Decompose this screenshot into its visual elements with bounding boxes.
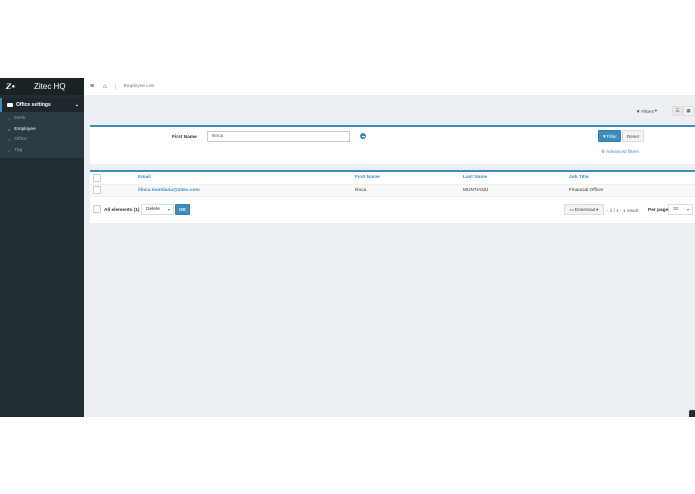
list-footer: All elements (1) Delete ▾ OK ▭ Download … <box>90 200 695 218</box>
sidebar: Z• Zitec HQ Office settings ⌄ ○ Desk ○ E… <box>0 78 84 417</box>
all-elements-label: All elements (1) <box>104 208 140 213</box>
caret-down-icon: ▾ <box>167 207 170 212</box>
table-header-row: Email First Name Last Name Job Title <box>90 172 695 185</box>
zitec-logo: Z• <box>6 82 16 91</box>
advanced-filters-label: Advanced filters <box>606 149 639 154</box>
grid-view-button[interactable]: ▦ <box>683 106 694 116</box>
debug-toolbar-icon[interactable] <box>689 410 695 417</box>
first-name-cell: Ilinca <box>355 184 463 197</box>
main-content: ≡ ⌂ Employee List ▼ Filters ▾ ☰ ▦ First … <box>84 78 695 417</box>
caret-down-icon: ▾ <box>653 108 658 113</box>
sidebar-item-desk[interactable]: ○ Desk <box>0 113 84 124</box>
email-cell: ilinca.muntianu@zitec.com <box>138 184 355 197</box>
column-header-email[interactable]: Email <box>138 172 355 185</box>
column-header-first-name[interactable]: First Name <box>355 172 463 185</box>
circle-icon: ○ <box>8 115 11 121</box>
caret-down-icon: ▾ <box>686 207 689 212</box>
sidebar-item-label: Office <box>14 137 27 143</box>
list-action-bar: ▼ Filters ▾ ☰ ▦ <box>90 101 695 124</box>
sidebar-item-label: Tag <box>14 148 23 154</box>
download-dropdown-button[interactable]: ▭ Download ▾ <box>564 204 604 215</box>
app-window: Z• Zitec HQ Office settings ⌄ ○ Desk ○ E… <box>0 78 695 417</box>
batch-action-value: Delete <box>146 207 160 212</box>
remove-filter-icon[interactable] <box>360 133 366 139</box>
select-all-checkbox[interactable] <box>93 173 101 182</box>
job-title-cell: Financial Officer <box>569 184 695 197</box>
sidebar-item-label: Desk <box>14 115 26 121</box>
row-select-cell <box>90 184 138 197</box>
reset-filters-button[interactable]: Reset <box>622 130 644 142</box>
circle-icon: ○ <box>8 148 11 154</box>
menu-toggle-icon[interactable]: ≡ <box>90 83 94 90</box>
employee-list-box: Email First Name Last Name Job Title ili… <box>90 170 695 223</box>
per-page-select[interactable]: 32 ▾ <box>668 204 693 215</box>
row-checkbox[interactable] <box>93 186 101 194</box>
per-page-label: Per page <box>648 208 669 213</box>
top-navbar: ≡ ⌂ Employee List <box>84 78 695 95</box>
breadcrumb-divider <box>114 83 116 90</box>
column-header-job-title[interactable]: Job Title <box>569 172 695 185</box>
circle-icon: ○ <box>8 137 11 143</box>
brand-name: Zitec HQ <box>34 82 66 91</box>
filters-dropdown-button[interactable]: ▼ Filters ▾ <box>631 106 662 116</box>
select-all-cell <box>90 172 138 185</box>
first-name-filter-label: First Name <box>172 135 197 140</box>
sidebar-item-tag[interactable]: ○ Tag <box>0 145 84 156</box>
list-view-button[interactable]: ☰ <box>672 106 683 116</box>
download-label: Download <box>574 207 596 212</box>
home-icon[interactable]: ⌂ <box>103 84 107 90</box>
advanced-filters-link[interactable]: ⚙ Advanced filters <box>601 149 639 155</box>
batch-action-select[interactable]: Delete ▾ <box>141 204 174 215</box>
sidebar-item-label: Employee <box>14 126 36 132</box>
first-name-filter-input[interactable] <box>207 131 350 142</box>
brand-bar[interactable]: Z• Zitec HQ <box>0 78 84 95</box>
sidebar-group-label: Office settings <box>16 102 51 108</box>
cogs-icon: ⚙ <box>601 149 606 154</box>
caret-down-icon: ▾ <box>595 206 599 212</box>
email-link[interactable]: ilinca.muntianu@zitec.com <box>138 188 200 193</box>
employee-table: Email First Name Last Name Job Title ili… <box>90 172 695 197</box>
chevron-down-icon: ⌄ <box>74 102 79 108</box>
grid-icon: ▦ <box>686 108 691 113</box>
breadcrumb: Employee List <box>123 84 154 89</box>
batch-ok-button[interactable]: OK <box>175 204 190 215</box>
filter-submit-button[interactable]: ▼ Filter <box>598 130 621 142</box>
per-page-value: 32 <box>673 207 679 212</box>
pager-info: - 1 / 1 - 1 result - <box>607 208 641 213</box>
list-icon: ☰ <box>675 108 680 113</box>
sidebar-item-employee[interactable]: ○ Employee <box>0 124 84 135</box>
filter-submit-label: Filter <box>606 133 617 139</box>
sidebar-group-office-settings[interactable]: Office settings ⌄ <box>0 98 84 112</box>
folder-icon <box>7 103 13 107</box>
sidebar-submenu: ○ Desk ○ Employee ○ Office ○ Tag <box>0 112 84 159</box>
column-header-last-name[interactable]: Last Name <box>463 172 569 185</box>
table-row: ilinca.muntianu@zitec.com Ilinca MUNTIAN… <box>90 184 695 197</box>
sidebar-item-office[interactable]: ○ Office <box>0 135 84 146</box>
circle-icon: ○ <box>8 126 11 132</box>
filter-panel: First Name ▼ Filter Reset ⚙ Advanced fil… <box>90 125 695 164</box>
last-name-cell: MUNTIANU <box>463 184 569 197</box>
select-all-footer-checkbox[interactable] <box>93 205 101 213</box>
filters-label: Filters <box>641 108 654 114</box>
